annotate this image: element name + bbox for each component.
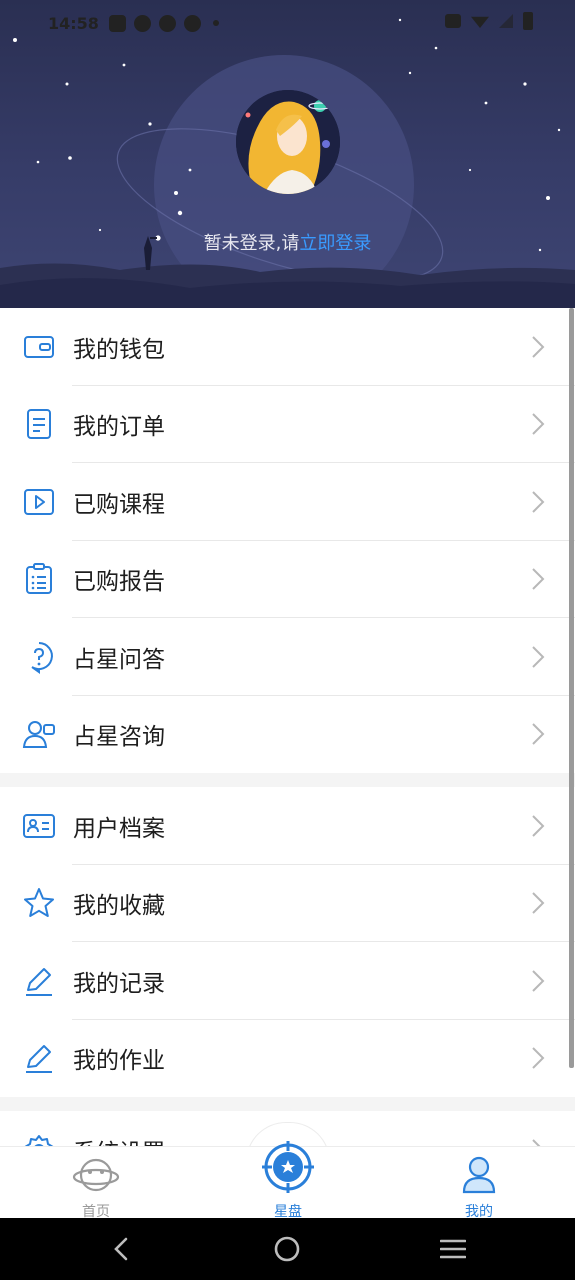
star-icon	[24, 888, 54, 918]
wallet-icon	[24, 335, 54, 358]
report-clipboard-icon	[26, 563, 52, 595]
app-notification-icon	[133, 14, 151, 32]
astrolabe-icon	[262, 1141, 314, 1193]
chevron-right-icon	[532, 815, 545, 837]
back-icon[interactable]	[110, 1236, 134, 1262]
chevron-right-icon	[532, 336, 545, 358]
pencil-icon	[26, 967, 52, 996]
consult-person-icon	[22, 721, 55, 749]
signal-icon	[499, 14, 513, 28]
chevron-right-icon	[532, 413, 545, 435]
planet-face-icon	[72, 1158, 120, 1192]
mail-notification-icon	[108, 14, 126, 32]
chevron-right-icon	[532, 568, 545, 590]
menu-item-purchased-reports[interactable]: 已购报告	[0, 541, 575, 618]
menu-item-label: 用户档案	[73, 815, 165, 842]
menu-item-records[interactable]: 我的记录	[0, 942, 575, 1020]
menu-item-label: 我的钱包	[73, 336, 165, 363]
avatar-illustration	[236, 90, 340, 194]
menu-item-astrology-consult[interactable]: 占星咨询	[0, 696, 575, 774]
status-icons	[445, 12, 533, 30]
scrollbar[interactable]	[569, 308, 574, 1068]
course-play-icon	[24, 488, 54, 515]
menu-item-label: 占星问答	[73, 646, 165, 673]
tab-mine[interactable]: 我的	[419, 1147, 539, 1220]
menu-item-homework[interactable]: 我的作业	[0, 1020, 575, 1098]
system-navigation-bar	[0, 1218, 575, 1280]
question-bubble-icon	[31, 641, 53, 674]
wifi-icon	[471, 16, 489, 28]
chevron-right-icon	[532, 892, 545, 914]
menu-item-label: 已购报告	[73, 569, 165, 596]
menu-icon[interactable]	[440, 1238, 466, 1260]
tab-home[interactable]: 首页	[36, 1147, 156, 1220]
login-prompt-text: 暂未登录,请	[203, 233, 300, 254]
menu-group-orders: 我的钱包 我的订单 已购课程 已购报告 占星问答 占星咨询	[0, 308, 575, 773]
chevron-right-icon	[532, 491, 545, 513]
status-time: 14:58	[48, 13, 99, 33]
app-notification-icon	[183, 14, 201, 32]
menu-item-astrology-qa[interactable]: 占星问答	[0, 618, 575, 696]
tab-astrolabe[interactable]: 星盘	[228, 1141, 348, 1220]
user-icon	[462, 1156, 496, 1194]
home-circle-icon[interactable]	[274, 1236, 300, 1262]
app-notification-icon	[158, 14, 176, 32]
menu-item-favorites[interactable]: 我的收藏	[0, 865, 575, 942]
profile-header: 14:58 暂未登录,请立即登录	[0, 0, 575, 308]
login-link[interactable]: 立即登录	[299, 233, 371, 254]
battery-icon	[523, 12, 533, 30]
menu-item-user-profile[interactable]: 用户档案	[0, 787, 575, 865]
menu-item-purchased-courses[interactable]: 已购课程	[0, 463, 575, 541]
menu-item-label: 我的记录	[73, 970, 165, 997]
login-prompt: 暂未登录,请立即登录	[0, 229, 575, 255]
menu-item-label: 我的作业	[73, 1048, 165, 1075]
chevron-right-icon	[532, 970, 545, 992]
menu-item-orders[interactable]: 我的订单	[0, 386, 575, 463]
more-notifications-icon	[212, 20, 219, 26]
chevron-right-icon	[532, 646, 545, 668]
pencil-icon	[26, 1045, 52, 1074]
profile-card-icon	[23, 813, 55, 838]
menu-item-label: 我的订单	[73, 414, 165, 441]
chevron-right-icon	[532, 723, 545, 745]
vibrate-icon	[445, 14, 461, 28]
menu-item-wallet[interactable]: 我的钱包	[0, 308, 575, 386]
menu-item-label: 占星咨询	[73, 724, 165, 751]
chevron-right-icon	[532, 1047, 545, 1069]
menu-item-label: 已购课程	[73, 491, 165, 518]
menu-item-label: 我的收藏	[73, 893, 165, 920]
bottom-tab-bar: 首页 星盘 我的	[0, 1141, 575, 1220]
order-icon	[27, 409, 51, 440]
menu-group-profile: 用户档案 我的收藏 我的记录 我的作业	[0, 787, 575, 1097]
avatar[interactable]	[236, 90, 340, 194]
